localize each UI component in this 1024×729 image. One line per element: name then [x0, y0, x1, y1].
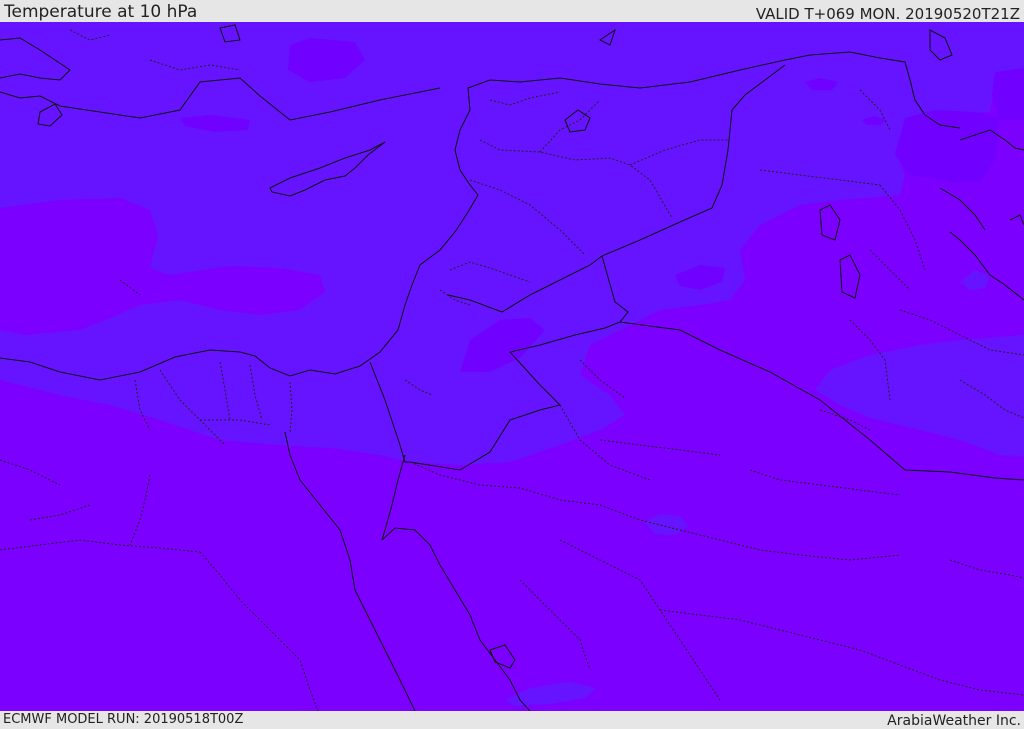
temperature-band-warm-patch	[895, 110, 1000, 182]
map-canvas	[0, 22, 1024, 711]
valid-time: VALID T+069 MON. 20190520T21Z	[755, 5, 1020, 23]
footer-bar: ECMWF MODEL RUN: 20190518T00Z ArabiaWeat…	[0, 711, 1024, 729]
provider-credit: ArabiaWeather Inc.	[887, 713, 1021, 729]
header-bar: Temperature at 10 hPa VALID T+069 MON. 2…	[0, 0, 1024, 22]
model-run-label: ECMWF MODEL RUN: 20190518T00Z	[3, 712, 244, 727]
weather-map[interactable]	[0, 22, 1024, 711]
map-title: Temperature at 10 hPa	[4, 2, 198, 22]
